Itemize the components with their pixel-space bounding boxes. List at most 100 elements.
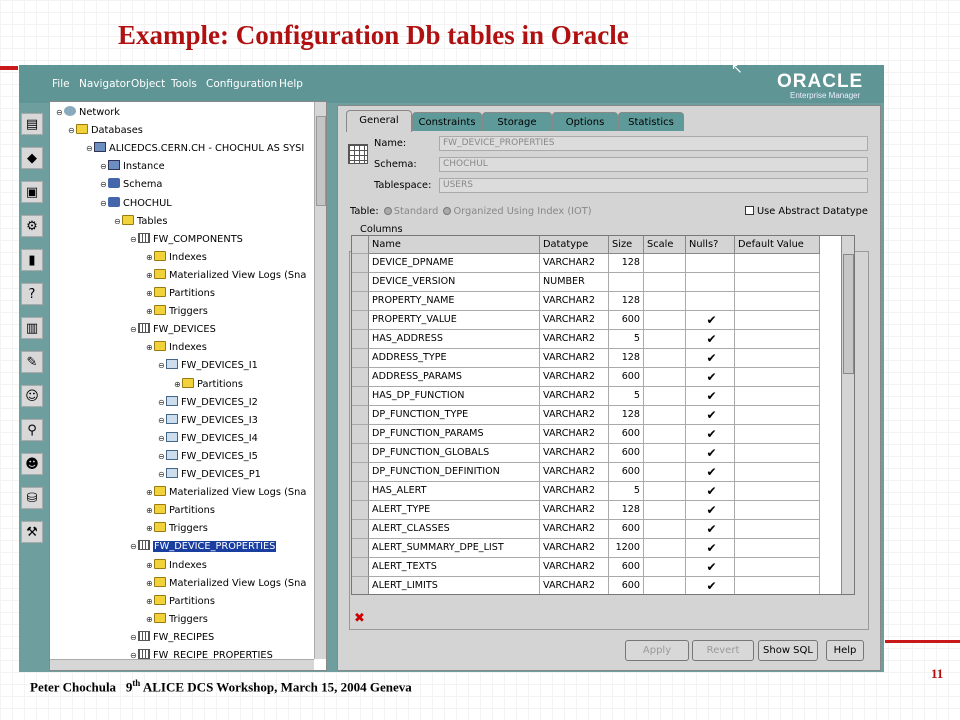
grid-cell[interactable] — [686, 292, 735, 311]
grid-cell[interactable]: VARCHAR2 — [540, 387, 609, 406]
tree-node[interactable]: ⊕ Indexes — [146, 249, 207, 267]
row-header[interactable] — [352, 463, 369, 482]
grid-cell[interactable] — [644, 482, 686, 501]
grid-cell[interactable]: ✔ — [686, 330, 735, 349]
grid-cell[interactable]: HAS_ADDRESS — [369, 330, 540, 349]
tree-node[interactable]: ⊕ Partitions — [146, 593, 215, 611]
grid-cell[interactable]: 600 — [609, 520, 644, 539]
tree-node[interactable]: ⊕ Materialized View Logs (Sna — [146, 267, 306, 285]
grid-cell[interactable]: VARCHAR2 — [540, 577, 609, 594]
grid-cell[interactable]: 5 — [609, 387, 644, 406]
tree-node[interactable]: ⊖ Tables — [114, 213, 167, 231]
grid-cell[interactable]: VARCHAR2 — [540, 406, 609, 425]
grid-cell[interactable] — [644, 273, 686, 292]
grid-cell[interactable]: 128 — [609, 254, 644, 273]
expand-toggle-icon[interactable]: ⊖ — [158, 357, 166, 375]
expand-toggle-icon[interactable]: ⊖ — [114, 213, 122, 231]
default-value-cell[interactable] — [735, 482, 820, 501]
row-header[interactable] — [352, 273, 369, 292]
grid-cell[interactable] — [644, 444, 686, 463]
row-header[interactable] — [352, 387, 369, 406]
connect-icon[interactable]: ⚙ — [21, 215, 43, 237]
column-header[interactable]: Name — [369, 236, 540, 254]
row-header[interactable] — [352, 539, 369, 558]
grid-cell[interactable]: VARCHAR2 — [540, 311, 609, 330]
row-header[interactable] — [352, 311, 369, 330]
grid-cell[interactable]: 128 — [609, 292, 644, 311]
grid-cell[interactable]: ✔ — [686, 482, 735, 501]
row-header[interactable] — [352, 292, 369, 311]
grid-cell[interactable] — [644, 330, 686, 349]
expand-toggle-icon[interactable]: ⊖ — [100, 176, 108, 194]
grid-cell[interactable]: VARCHAR2 — [540, 539, 609, 558]
tab-statistics[interactable]: Statistics — [618, 112, 684, 131]
grid-cell[interactable]: ✔ — [686, 539, 735, 558]
grid-cell[interactable]: PROPERTY_NAME — [369, 292, 540, 311]
expand-toggle-icon[interactable]: ⊕ — [146, 339, 154, 357]
default-value-cell[interactable] — [735, 368, 820, 387]
default-value-cell[interactable] — [735, 349, 820, 368]
tree-node[interactable]: ⊖ FW_DEVICES — [130, 321, 216, 339]
tree-node[interactable]: ⊖ FW_RECIPES — [130, 629, 214, 647]
tree-node[interactable]: ⊖ CHOCHUL — [100, 195, 172, 213]
expand-toggle-icon[interactable]: ⊖ — [68, 122, 76, 140]
expand-toggle-icon[interactable]: ⊕ — [146, 249, 154, 267]
grid-cell[interactable]: VARCHAR2 — [540, 520, 609, 539]
grid-cell[interactable] — [644, 349, 686, 368]
grid-cell[interactable]: ✔ — [686, 463, 735, 482]
revert-button[interactable]: Revert — [692, 640, 754, 661]
grid-cell[interactable]: ADDRESS_PARAMS — [369, 368, 540, 387]
menu-help[interactable]: Help — [279, 78, 303, 90]
tab-storage[interactable]: Storage — [482, 112, 552, 131]
expand-toggle-icon[interactable]: ⊖ — [86, 140, 94, 158]
grid-cell[interactable] — [644, 254, 686, 273]
grid-vertical-scrollbar[interactable] — [841, 236, 854, 594]
grid-cell[interactable]: ALERT_TYPE — [369, 501, 540, 520]
expand-toggle-icon[interactable]: ⊖ — [130, 231, 138, 249]
grid-cell[interactable]: VARCHAR2 — [540, 330, 609, 349]
users-icon[interactable]: ☺ — [21, 385, 43, 407]
menu-configuration[interactable]: Configuration — [206, 78, 277, 90]
tree-node[interactable]: ⊖ FW_DEVICE_PROPERTIES — [130, 538, 278, 556]
tree-node[interactable]: ⊖ FW_DEVICES_I3 — [158, 412, 258, 430]
grid-cell[interactable]: 128 — [609, 406, 644, 425]
default-value-cell[interactable] — [735, 330, 820, 349]
row-header[interactable] — [352, 425, 369, 444]
grid-cell[interactable] — [644, 292, 686, 311]
grid-cell[interactable]: VARCHAR2 — [540, 349, 609, 368]
default-value-cell[interactable] — [735, 501, 820, 520]
grid-cell[interactable] — [644, 406, 686, 425]
grid-cell[interactable]: ALERT_CLASSES — [369, 520, 540, 539]
grid-cell[interactable] — [644, 539, 686, 558]
tree-node[interactable]: ⊖ FW_DEVICES_I1 — [158, 357, 258, 375]
tree-node[interactable]: ⊕ Triggers — [146, 303, 208, 321]
tree-node[interactable]: ⊖ Databases — [68, 122, 143, 140]
grid-cell[interactable]: 1200 — [609, 539, 644, 558]
delete-row-icon[interactable]: ✖ — [354, 611, 365, 626]
column-header[interactable]: Nulls? — [686, 236, 735, 254]
grid-cell[interactable] — [644, 425, 686, 444]
grid-scroll-thumb[interactable] — [843, 254, 854, 374]
expand-toggle-icon[interactable]: ⊕ — [146, 285, 154, 303]
default-value-cell[interactable] — [735, 273, 820, 292]
help-button[interactable]: Help — [826, 640, 864, 661]
grid-cell[interactable]: ✔ — [686, 501, 735, 520]
tree-node[interactable]: ⊕ Indexes — [146, 557, 207, 575]
iot-radio[interactable] — [443, 207, 452, 215]
grid-cell[interactable]: ✔ — [686, 368, 735, 387]
default-value-cell[interactable] — [735, 311, 820, 330]
expand-toggle-icon[interactable]: ⊕ — [146, 557, 154, 575]
row-header[interactable] — [352, 520, 369, 539]
grid-cell[interactable] — [644, 311, 686, 330]
grid-cell[interactable]: 128 — [609, 501, 644, 520]
grid-cell[interactable]: HAS_DP_FUNCTION — [369, 387, 540, 406]
grid-cell[interactable]: DP_FUNCTION_TYPE — [369, 406, 540, 425]
grid-cell[interactable]: VARCHAR2 — [540, 254, 609, 273]
expand-toggle-icon[interactable]: ⊕ — [146, 267, 154, 285]
tree-node[interactable]: ⊖ Schema — [100, 176, 162, 194]
tab-options[interactable]: Options — [552, 112, 618, 131]
storage-icon[interactable]: ⛁ — [21, 487, 43, 509]
grid-cell[interactable]: VARCHAR2 — [540, 368, 609, 387]
expand-toggle-icon[interactable]: ⊕ — [146, 520, 154, 538]
apply-button[interactable]: Apply — [625, 640, 689, 661]
